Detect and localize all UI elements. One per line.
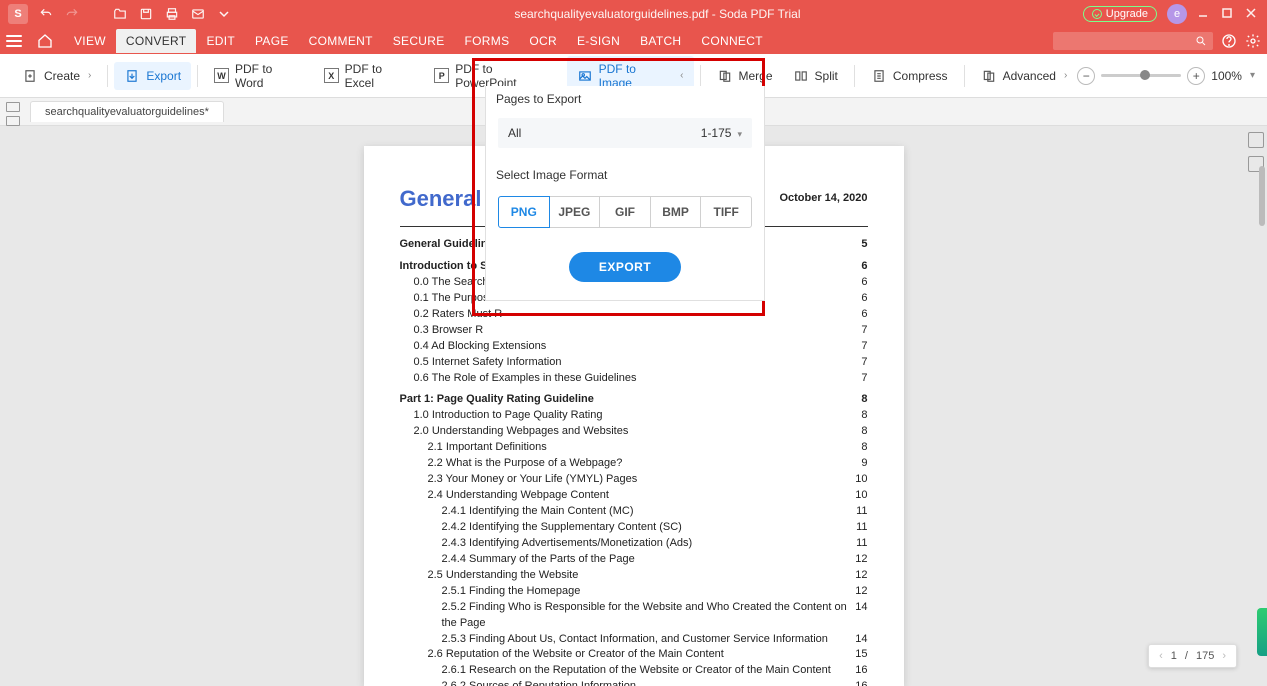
range-value: 1-175: [701, 126, 732, 140]
toc-row: 2.3 Your Money or Your Life (YMYL) Pages…: [400, 472, 868, 488]
titlebar: S searchqualityevaluatorguidelines.pdf -…: [0, 0, 1267, 28]
toc-row: 2.5.2 Finding Who is Responsible for the…: [400, 600, 868, 632]
toc-row: 2.5.1 Finding the Homepage12: [400, 584, 868, 600]
toc-row: 0.2 Raters Must R6: [400, 307, 868, 323]
toc-row: 2.5 Understanding the Website12: [400, 568, 868, 584]
panel-toggle-2-icon[interactable]: [6, 116, 20, 126]
menu-comment[interactable]: COMMENT: [299, 29, 383, 53]
toc-row: Part 1: Page Quality Rating Guideline8: [400, 392, 868, 408]
window-title: searchqualityevaluatorguidelines.pdf - S…: [232, 7, 1083, 21]
zoom-slider[interactable]: [1101, 74, 1181, 77]
toc-row: 2.2 What is the Purpose of a Webpage?9: [400, 456, 868, 472]
help-icon[interactable]: [1221, 33, 1237, 49]
print-icon[interactable]: [164, 6, 180, 22]
toc-row: 2.6 Reputation of the Website or Creator…: [400, 647, 868, 663]
chevron-down-icon: ▾: [737, 129, 742, 139]
toc-row: 2.6.2 Sources of Reputation Information1…: [400, 679, 868, 686]
scrollbar-thumb[interactable]: [1259, 166, 1265, 226]
search-input[interactable]: [1053, 32, 1213, 50]
hamburger-icon[interactable]: [6, 31, 30, 51]
toc-row: 2.4.3 Identifying Advertisements/Monetiz…: [400, 536, 868, 552]
format-selector: PNG JPEG GIF BMP TIFF: [498, 196, 752, 228]
close-icon[interactable]: [1245, 7, 1259, 21]
open-icon[interactable]: [112, 6, 128, 22]
avatar[interactable]: e: [1167, 4, 1187, 24]
format-gif-button[interactable]: GIF: [599, 196, 651, 228]
format-png-button[interactable]: PNG: [498, 196, 550, 228]
doc-date: October 14, 2020: [779, 192, 867, 204]
current-page[interactable]: 1: [1171, 650, 1177, 662]
settings-icon[interactable]: [1245, 33, 1261, 49]
split-button[interactable]: Split: [783, 62, 848, 90]
toc-row: 2.5.3 Finding About Us, Contact Informat…: [400, 632, 868, 648]
export-button-confirm[interactable]: EXPORT: [569, 252, 681, 282]
menu-esign[interactable]: E-SIGN: [567, 29, 630, 53]
menu-batch[interactable]: BATCH: [630, 29, 691, 53]
menu-secure[interactable]: SECURE: [383, 29, 455, 53]
menubar: VIEW CONVERT EDIT PAGE COMMENT SECURE FO…: [0, 28, 1267, 54]
toc-row: 2.6.1 Research on the Reputation of the …: [400, 663, 868, 679]
zoom-out-button[interactable]: −: [1077, 67, 1095, 85]
page-range-selector[interactable]: All 1-175 ▾: [498, 118, 752, 148]
zoom-value: 100%: [1211, 69, 1242, 83]
pdf-to-image-panel: Pages to Export All 1-175 ▾ Select Image …: [485, 86, 765, 301]
page-navigator: ‹ 1 / 175 ›: [1148, 644, 1237, 668]
toc-row: 2.4.4 Summary of the Parts of the Page12: [400, 552, 868, 568]
menu-connect[interactable]: CONNECT: [691, 29, 772, 53]
undo-icon[interactable]: [38, 6, 54, 22]
toc-row: 2.4.2 Identifying the Supplementary Cont…: [400, 520, 868, 536]
maximize-icon[interactable]: [1221, 7, 1235, 21]
panel-toggle-1-icon[interactable]: [6, 102, 20, 112]
home-icon[interactable]: [34, 33, 56, 49]
format-bmp-button[interactable]: BMP: [650, 196, 702, 228]
next-page-button[interactable]: ›: [1222, 650, 1226, 662]
menu-edit[interactable]: EDIT: [196, 29, 245, 53]
upgrade-button[interactable]: Upgrade: [1083, 6, 1157, 22]
toc-row: 2.1 Important Definitions8: [400, 440, 868, 456]
feedback-tab[interactable]: [1257, 608, 1267, 656]
format-tiff-button[interactable]: TIFF: [700, 196, 752, 228]
toc-row: 2.4.1 Identifying the Main Content (MC)1…: [400, 504, 868, 520]
more-icon[interactable]: [216, 6, 232, 22]
document-tab[interactable]: searchqualityevaluatorguidelines*: [30, 101, 224, 122]
toc-row: 0.4 Ad Blocking Extensions7: [400, 339, 868, 355]
pages-to-export-label: Pages to Export: [486, 86, 591, 112]
menu-page[interactable]: PAGE: [245, 29, 299, 53]
total-pages: 175: [1196, 650, 1214, 662]
mail-icon[interactable]: [190, 6, 206, 22]
zoom-control: − + 100% ▾: [1077, 67, 1255, 85]
export-button[interactable]: Export: [114, 62, 191, 90]
advanced-button[interactable]: Advanced›: [971, 62, 1078, 90]
save-icon[interactable]: [138, 6, 154, 22]
page-sep: /: [1185, 650, 1188, 662]
toc-row: 2.0 Understanding Webpages and Websites8: [400, 424, 868, 440]
toc-row: 0.6 The Role of Examples in these Guidel…: [400, 371, 868, 387]
menu-ocr[interactable]: OCR: [519, 29, 567, 53]
format-jpeg-button[interactable]: JPEG: [549, 196, 601, 228]
zoom-dropdown-icon[interactable]: ▾: [1250, 70, 1255, 81]
pdf-to-word-button[interactable]: WPDF to Word: [204, 56, 314, 96]
range-all-label: All: [508, 126, 521, 140]
minimize-icon[interactable]: [1197, 7, 1211, 21]
create-button[interactable]: Create›: [12, 62, 101, 90]
redo-icon[interactable]: [64, 6, 80, 22]
menu-convert[interactable]: CONVERT: [116, 29, 197, 53]
toc-row: 0.3 Browser R7: [400, 323, 868, 339]
compress-button[interactable]: Compress: [861, 62, 958, 90]
toc-row: 1.0 Introduction to Page Quality Rating8: [400, 408, 868, 424]
toc-row: 0.5 Internet Safety Information7: [400, 355, 868, 371]
menu-view[interactable]: VIEW: [64, 29, 116, 53]
pdf-to-excel-button[interactable]: XPDF to Excel: [314, 56, 425, 96]
toc-row: 2.4 Understanding Webpage Content10: [400, 488, 868, 504]
app-logo: S: [8, 4, 28, 24]
zoom-in-button[interactable]: +: [1187, 67, 1205, 85]
select-image-format-label: Select Image Format: [486, 162, 617, 188]
menu-forms[interactable]: FORMS: [455, 29, 520, 53]
prev-page-button[interactable]: ‹: [1159, 650, 1163, 662]
search-panel-icon[interactable]: [1248, 132, 1264, 148]
